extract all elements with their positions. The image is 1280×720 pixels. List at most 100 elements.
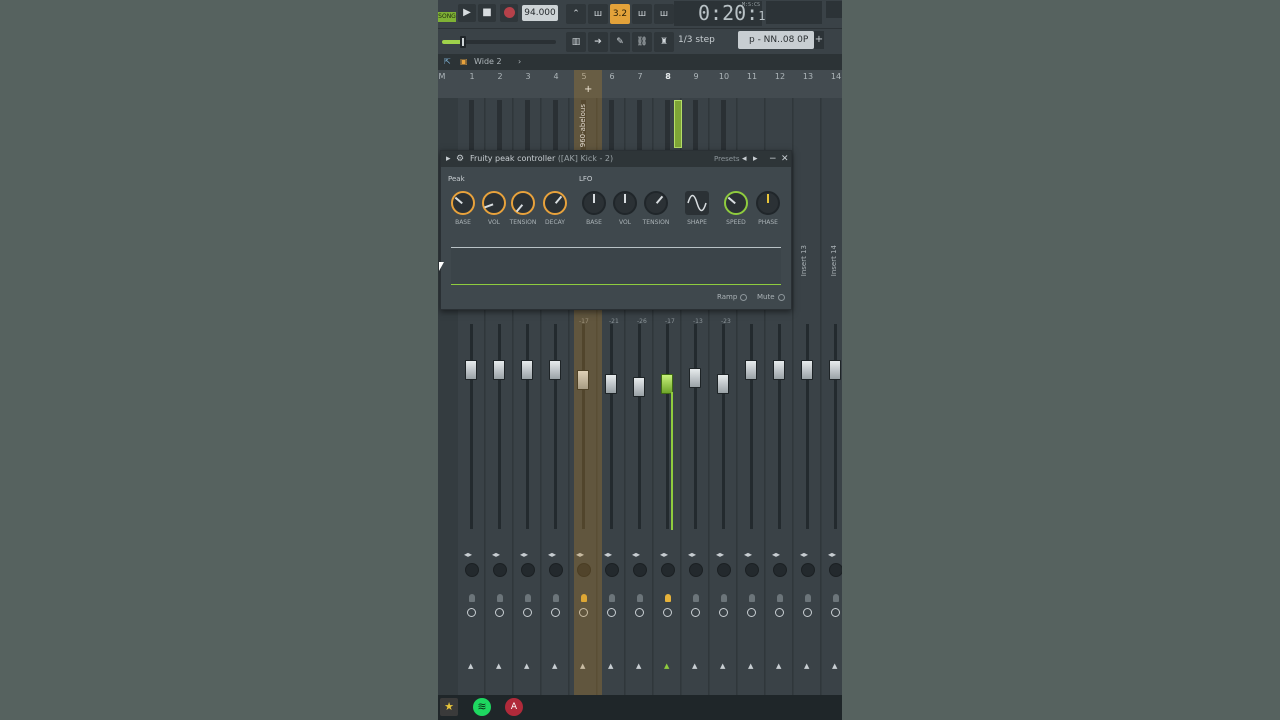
link-icon[interactable]: ⛓ bbox=[632, 32, 652, 52]
mute-bulb-icon[interactable] bbox=[497, 594, 503, 602]
send-arrow-icon[interactable]: ▲ bbox=[776, 662, 781, 670]
volume-fader-13[interactable] bbox=[801, 360, 813, 380]
pan-knob-1[interactable] bbox=[465, 563, 479, 577]
volume-fader-2[interactable] bbox=[493, 360, 505, 380]
stereo-swap-icon[interactable]: ◂▸ bbox=[660, 550, 668, 559]
presets-label[interactable]: Presets bbox=[714, 151, 739, 167]
route-switch-icon[interactable] bbox=[607, 608, 616, 617]
preset-arrow-icon[interactable]: › bbox=[518, 54, 521, 70]
volume-fader-12[interactable] bbox=[773, 360, 785, 380]
route-switch-icon[interactable] bbox=[495, 608, 504, 617]
send-arrow-icon[interactable]: ▲ bbox=[804, 662, 809, 670]
minimize-icon[interactable]: − bbox=[769, 151, 777, 167]
pan-knob-12[interactable] bbox=[773, 563, 787, 577]
mute-bulb-icon[interactable] bbox=[553, 594, 559, 602]
mixer-preset-name[interactable]: Wide 2 bbox=[474, 54, 502, 70]
mute-bulb-icon[interactable] bbox=[637, 594, 643, 602]
lfo-tension-knob[interactable] bbox=[644, 191, 668, 215]
stereo-swap-icon[interactable]: ◂▸ bbox=[716, 550, 724, 559]
volume-fader-8[interactable] bbox=[661, 374, 673, 394]
route-switch-icon[interactable] bbox=[635, 608, 644, 617]
wait-input-icon[interactable]: ш bbox=[588, 4, 608, 24]
route-switch-icon[interactable] bbox=[747, 608, 756, 617]
volume-fader-3[interactable] bbox=[521, 360, 533, 380]
master-volume-slider[interactable] bbox=[442, 36, 556, 48]
lfo-base-knob[interactable] bbox=[582, 191, 606, 215]
peak-decay-knob[interactable] bbox=[543, 191, 567, 215]
volume-fader-7[interactable] bbox=[633, 377, 645, 397]
stamp-icon[interactable]: ♜ bbox=[654, 32, 674, 52]
mute-bulb-icon[interactable] bbox=[749, 594, 755, 602]
mute-bulb-icon[interactable] bbox=[693, 594, 699, 602]
song-mode-button[interactable]: SONG bbox=[438, 12, 456, 22]
plugin-gear-icon[interactable]: ⚙ bbox=[456, 151, 464, 167]
route-switch-icon[interactable] bbox=[691, 608, 700, 617]
piano-roll-icon[interactable]: ▥ bbox=[566, 32, 586, 52]
record-icon[interactable] bbox=[500, 4, 518, 22]
volume-fader-9[interactable] bbox=[689, 368, 701, 388]
app-a-icon[interactable]: A bbox=[505, 698, 523, 716]
stereo-swap-icon[interactable]: ◂▸ bbox=[744, 550, 752, 559]
volume-fader-6[interactable] bbox=[605, 374, 617, 394]
pan-knob-14[interactable] bbox=[829, 563, 842, 577]
prev-preset-icon[interactable]: ◂ bbox=[742, 151, 747, 167]
route-switch-icon[interactable] bbox=[803, 608, 812, 617]
strip-number-10[interactable]: 10 bbox=[710, 72, 738, 81]
mute-bulb-icon[interactable] bbox=[833, 594, 839, 602]
plugin-menu-arrow-icon[interactable]: ▸ bbox=[446, 151, 451, 167]
next-preset-icon[interactable]: ▸ bbox=[753, 151, 758, 167]
pan-knob-6[interactable] bbox=[605, 563, 619, 577]
strip-number-2[interactable]: 2 bbox=[486, 72, 514, 81]
stereo-swap-icon[interactable]: ◂▸ bbox=[492, 550, 500, 559]
lfo-phase-knob[interactable] bbox=[756, 191, 780, 215]
lfo-speed-knob[interactable] bbox=[724, 191, 748, 215]
mute-bulb-icon[interactable] bbox=[721, 594, 727, 602]
pan-knob-10[interactable] bbox=[717, 563, 731, 577]
send-arrow-icon[interactable]: ▲ bbox=[832, 662, 837, 670]
route-switch-icon[interactable] bbox=[523, 608, 532, 617]
pattern-selector[interactable]: p - NN..08 0P bbox=[738, 31, 814, 49]
volume-fader-1[interactable] bbox=[465, 360, 477, 380]
send-arrow-icon[interactable]: ▲ bbox=[664, 662, 669, 670]
send-arrow-icon[interactable]: ▲ bbox=[468, 662, 473, 670]
blend-notes-icon[interactable]: ш bbox=[632, 4, 652, 24]
sine-wave-icon[interactable] bbox=[685, 191, 709, 215]
snap-selector[interactable]: 1/3 step bbox=[678, 32, 730, 48]
tempo-display[interactable]: 94.000 bbox=[522, 5, 558, 21]
pan-knob-4[interactable] bbox=[549, 563, 563, 577]
mute-bulb-icon[interactable] bbox=[777, 594, 783, 602]
pan-knob-8[interactable] bbox=[661, 563, 675, 577]
loop-record-icon[interactable]: ш bbox=[654, 4, 674, 24]
metronome-icon[interactable]: ⌃ bbox=[566, 4, 586, 24]
stereo-swap-icon[interactable]: ◂▸ bbox=[520, 550, 528, 559]
volume-fader-14[interactable] bbox=[829, 360, 841, 380]
mute-bulb-icon[interactable] bbox=[525, 594, 531, 602]
fl-studio-taskbar-icon[interactable]: ★ bbox=[440, 698, 458, 716]
brush-icon[interactable]: ✎ bbox=[610, 32, 630, 52]
strip-number-1[interactable]: 1 bbox=[458, 72, 486, 81]
pan-knob-9[interactable] bbox=[689, 563, 703, 577]
send-arrow-icon[interactable]: ▲ bbox=[524, 662, 529, 670]
send-arrow-icon[interactable]: ▲ bbox=[608, 662, 613, 670]
strip-number-12[interactable]: 12 bbox=[766, 72, 794, 81]
route-switch-icon[interactable] bbox=[775, 608, 784, 617]
send-arrow-icon[interactable]: ▲ bbox=[692, 662, 697, 670]
stereo-swap-icon[interactable]: ◂▸ bbox=[800, 550, 808, 559]
insert-13-label[interactable]: Insert 13 bbox=[800, 245, 808, 276]
peak-vol-knob[interactable] bbox=[482, 191, 506, 215]
mute-bulb-icon[interactable] bbox=[805, 594, 811, 602]
countdown-icon[interactable]: 3.2 bbox=[610, 4, 630, 24]
strip-number-11[interactable]: 11 bbox=[738, 72, 766, 81]
pan-knob-13[interactable] bbox=[801, 563, 815, 577]
stop-icon[interactable]: ■ bbox=[478, 4, 496, 22]
mute-bulb-icon[interactable] bbox=[665, 594, 671, 602]
mute-bulb-icon[interactable] bbox=[609, 594, 615, 602]
mute-toggle[interactable]: Mute bbox=[757, 293, 785, 301]
pan-knob-2[interactable] bbox=[493, 563, 507, 577]
insert-14-label[interactable]: Insert 14 bbox=[830, 245, 838, 276]
route-switch-icon[interactable] bbox=[467, 608, 476, 617]
volume-fader-11[interactable] bbox=[745, 360, 757, 380]
strip-number-4[interactable]: 4 bbox=[542, 72, 570, 81]
highlight-insert-name[interactable]: 960-abelous bbox=[579, 104, 587, 147]
pan-knob-3[interactable] bbox=[521, 563, 535, 577]
